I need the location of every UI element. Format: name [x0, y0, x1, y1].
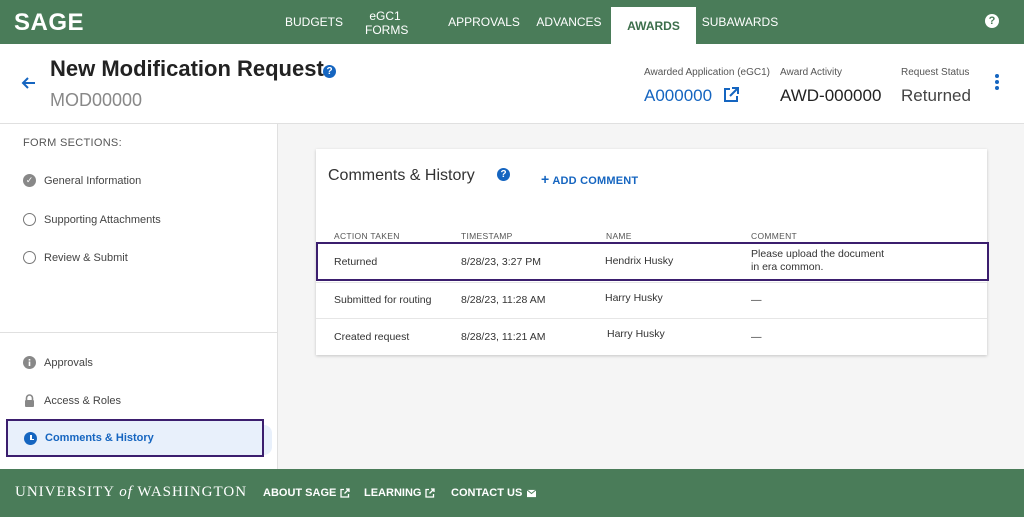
request-status-label: Request Status — [901, 67, 970, 78]
add-comment-label: ADD COMMENT — [552, 175, 639, 187]
nav-egc1-forms[interactable]: eGC1 FORMS — [355, 0, 415, 44]
awarded-application-link[interactable]: A000000 — [644, 86, 712, 106]
footer-link-label: ABOUT SAGE — [263, 487, 337, 499]
sidebar-item-comments-history[interactable]: Comments & History — [6, 419, 264, 457]
envelope-icon — [527, 489, 537, 497]
title-help-icon[interactable]: ? — [323, 65, 336, 78]
cell-action: Created request — [334, 331, 410, 343]
sidebar-item-label: Review & Submit — [44, 251, 128, 264]
sidebar-heading: FORM SECTIONS: — [23, 137, 122, 149]
sidebar-item-label: Approvals — [44, 356, 93, 369]
cell-name: Harry Husky — [607, 328, 665, 340]
cell-action: Returned — [334, 256, 378, 268]
table-row[interactable]: Created request 8/28/23, 11:21 AM Harry … — [316, 318, 987, 355]
uw-wordmark[interactable]: UNIVERSITY of WASHINGTON — [15, 484, 247, 501]
clock-icon — [24, 431, 37, 445]
cell-comment: — — [751, 331, 762, 343]
cell-name: Hendrix Husky — [605, 255, 674, 267]
nav-advances[interactable]: ADVANCES — [532, 0, 606, 44]
empty-circle-icon — [23, 213, 36, 226]
sidebar-item-supporting-attachments[interactable]: Supporting Attachments — [23, 213, 161, 226]
active-item-tail — [264, 425, 272, 455]
uw-word1: UNIVERSITY — [15, 484, 115, 500]
sidebar-item-review-submit[interactable]: Review & Submit — [23, 251, 128, 264]
sidebar-item-label: Comments & History — [45, 432, 154, 444]
cell-timestamp: 8/28/23, 11:21 AM — [461, 331, 546, 343]
empty-circle-icon — [23, 251, 36, 264]
award-activity-value: AWD-000000 — [780, 86, 882, 105]
uw-word2: WASHINGTON — [137, 484, 248, 500]
cell-comment-line1: Please upload the document — [751, 248, 885, 260]
sidebar-item-approvals[interactable]: Approvals — [23, 356, 93, 369]
check-circle-icon: ✓ — [23, 174, 36, 187]
cell-comment: — — [751, 294, 762, 306]
award-activity-label: Award Activity — [780, 67, 843, 78]
plus-icon: + — [541, 171, 550, 187]
cell-comment-line2: in era common. — [751, 261, 824, 273]
request-status-value: Returned — [901, 86, 971, 105]
footer: UNIVERSITY of WASHINGTON ABOUT SAGE LEAR… — [0, 469, 1024, 517]
top-navigation: SAGE BUDGETS eGC1 FORMS APPROVALS ADVANC… — [0, 0, 1024, 44]
external-link-icon — [340, 488, 350, 498]
request-id: MOD00000 — [50, 90, 143, 110]
more-options-icon[interactable] — [994, 74, 1000, 94]
awarded-application-label: Awarded Application (eGC1) — [644, 67, 770, 78]
nav-budgets[interactable]: BUDGETS — [279, 0, 349, 44]
table-row[interactable]: Returned 8/28/23, 3:27 PM Hendrix Husky … — [316, 242, 989, 281]
footer-link-label: CONTACT US — [451, 487, 523, 499]
column-header-timestamp: TIMESTAMP — [461, 231, 513, 241]
footer-link-contact-us[interactable]: CONTACT US — [451, 487, 537, 499]
nav-awards[interactable]: AWARDS — [611, 7, 696, 44]
cell-timestamp: 8/28/23, 3:27 PM — [461, 256, 541, 268]
cell-action: Submitted for routing — [334, 294, 432, 306]
nav-subawards[interactable]: SUBAWARDS — [700, 0, 780, 44]
card-help-icon[interactable]: ? — [497, 168, 510, 181]
add-comment-button[interactable]: + ADD COMMENT — [541, 171, 638, 187]
page-title: New Modification Request — [50, 56, 324, 81]
sidebar-item-label: General Information — [44, 174, 142, 187]
comments-history-card: Comments & History ? + ADD COMMENT ACTION… — [316, 149, 989, 355]
column-header-comment: COMMENT — [751, 231, 798, 241]
help-icon[interactable]: ? — [985, 14, 999, 28]
nav-egc1-forms-label: eGC1 FORMS — [365, 9, 409, 37]
sidebar: FORM SECTIONS: ✓ General Information Sup… — [0, 124, 278, 469]
back-arrow-icon[interactable] — [20, 74, 36, 97]
sidebar-divider — [0, 332, 278, 333]
card-title: Comments & History — [328, 167, 475, 184]
sidebar-item-label: Access & Roles — [44, 394, 122, 407]
footer-link-label: LEARNING — [364, 487, 422, 499]
sage-logo[interactable]: SAGE — [14, 9, 84, 37]
page-header: New Modification Request ? MOD00000 Awar… — [0, 44, 1024, 124]
footer-link-about-sage[interactable]: ABOUT SAGE — [263, 487, 350, 499]
column-header-action: ACTION TAKEN — [334, 231, 400, 241]
column-header-name: NAME — [606, 231, 632, 241]
back-arrow-svg — [21, 77, 35, 89]
sidebar-item-label: Supporting Attachments — [44, 213, 161, 226]
cell-timestamp: 8/28/23, 11:28 AM — [461, 294, 546, 306]
footer-link-learning[interactable]: LEARNING — [364, 487, 436, 499]
sidebar-item-general-information[interactable]: ✓ General Information — [23, 174, 141, 187]
info-icon — [23, 356, 36, 369]
table-row[interactable]: Submitted for routing 8/28/23, 11:28 AM … — [316, 282, 987, 319]
external-link-icon — [425, 488, 436, 498]
lock-icon — [23, 394, 36, 407]
cell-name: Harry Husky — [605, 292, 663, 304]
uw-of: of — [119, 484, 133, 500]
nav-approvals[interactable]: APPROVALS — [445, 0, 523, 44]
external-link-icon[interactable] — [722, 86, 740, 104]
sidebar-item-access-roles[interactable]: Access & Roles — [23, 394, 121, 407]
